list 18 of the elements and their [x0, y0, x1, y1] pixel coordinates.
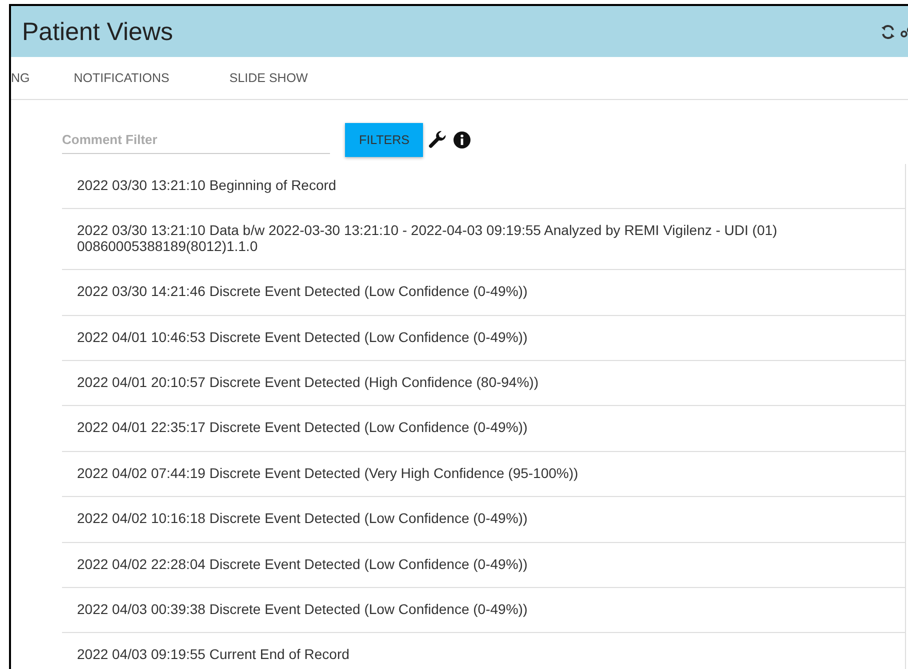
comment-item: 2022 04/01 20:10:57 Discrete Event Detected (High Confidence (80-94%)): [62, 360, 905, 406]
nav-tab[interactable]: NG: [11, 68, 30, 88]
comment-item: 2022 04/02 10:16:18 Discrete Event Detected (Low Confidence (0-49%)): [62, 497, 905, 543]
nav-tab[interactable]: SLIDE SHOW: [229, 68, 308, 88]
comment-item: 2022 04/03 09:19:55 Current End of Record: [62, 633, 905, 669]
comment-item: 2022 03/30 13:21:10 Data b/w 2022-03-30 13:21:10 - 2022-04-03 09:19:55 Analyzed by REMI Vigilenz - UDI (01) 00860005388189(8012)1.1.0: [62, 209, 905, 270]
refresh-icon[interactable]: [880, 24, 896, 40]
comment-item: 2022 03/30 13:21:10 Beginning of Record: [62, 164, 905, 210]
comment-item: 2022 04/02 07:44:19 Discrete Event Detected (Very High Confidence (95-100%)): [62, 452, 905, 498]
comment-item: 2022 03/30 14:21:46 Discrete Event Detected (Low Confidence (0-49%)): [62, 270, 905, 316]
info-icon[interactable]: [453, 131, 472, 149]
comment-item: 2022 04/02 22:28:04 Discrete Event Detected (Low Confidence (0-49%)): [62, 542, 905, 588]
comment-item: 2022 04/03 00:39:38 Discrete Event Detected (Low Confidence (0-49%)): [62, 588, 905, 634]
filters-button[interactable]: FILTERS: [345, 122, 424, 158]
page-title: Patient Views: [22, 16, 174, 46]
comment-item: 2022 04/01 22:35:17 Discrete Event Detected (Low Confidence (0-49%)): [62, 406, 905, 452]
nav-tab[interactable]: NOTIFICATIONS: [74, 68, 170, 88]
comment-item: 2022 04/01 10:46:53 Discrete Event Detected (Low Confidence (0-49%)): [62, 316, 905, 361]
